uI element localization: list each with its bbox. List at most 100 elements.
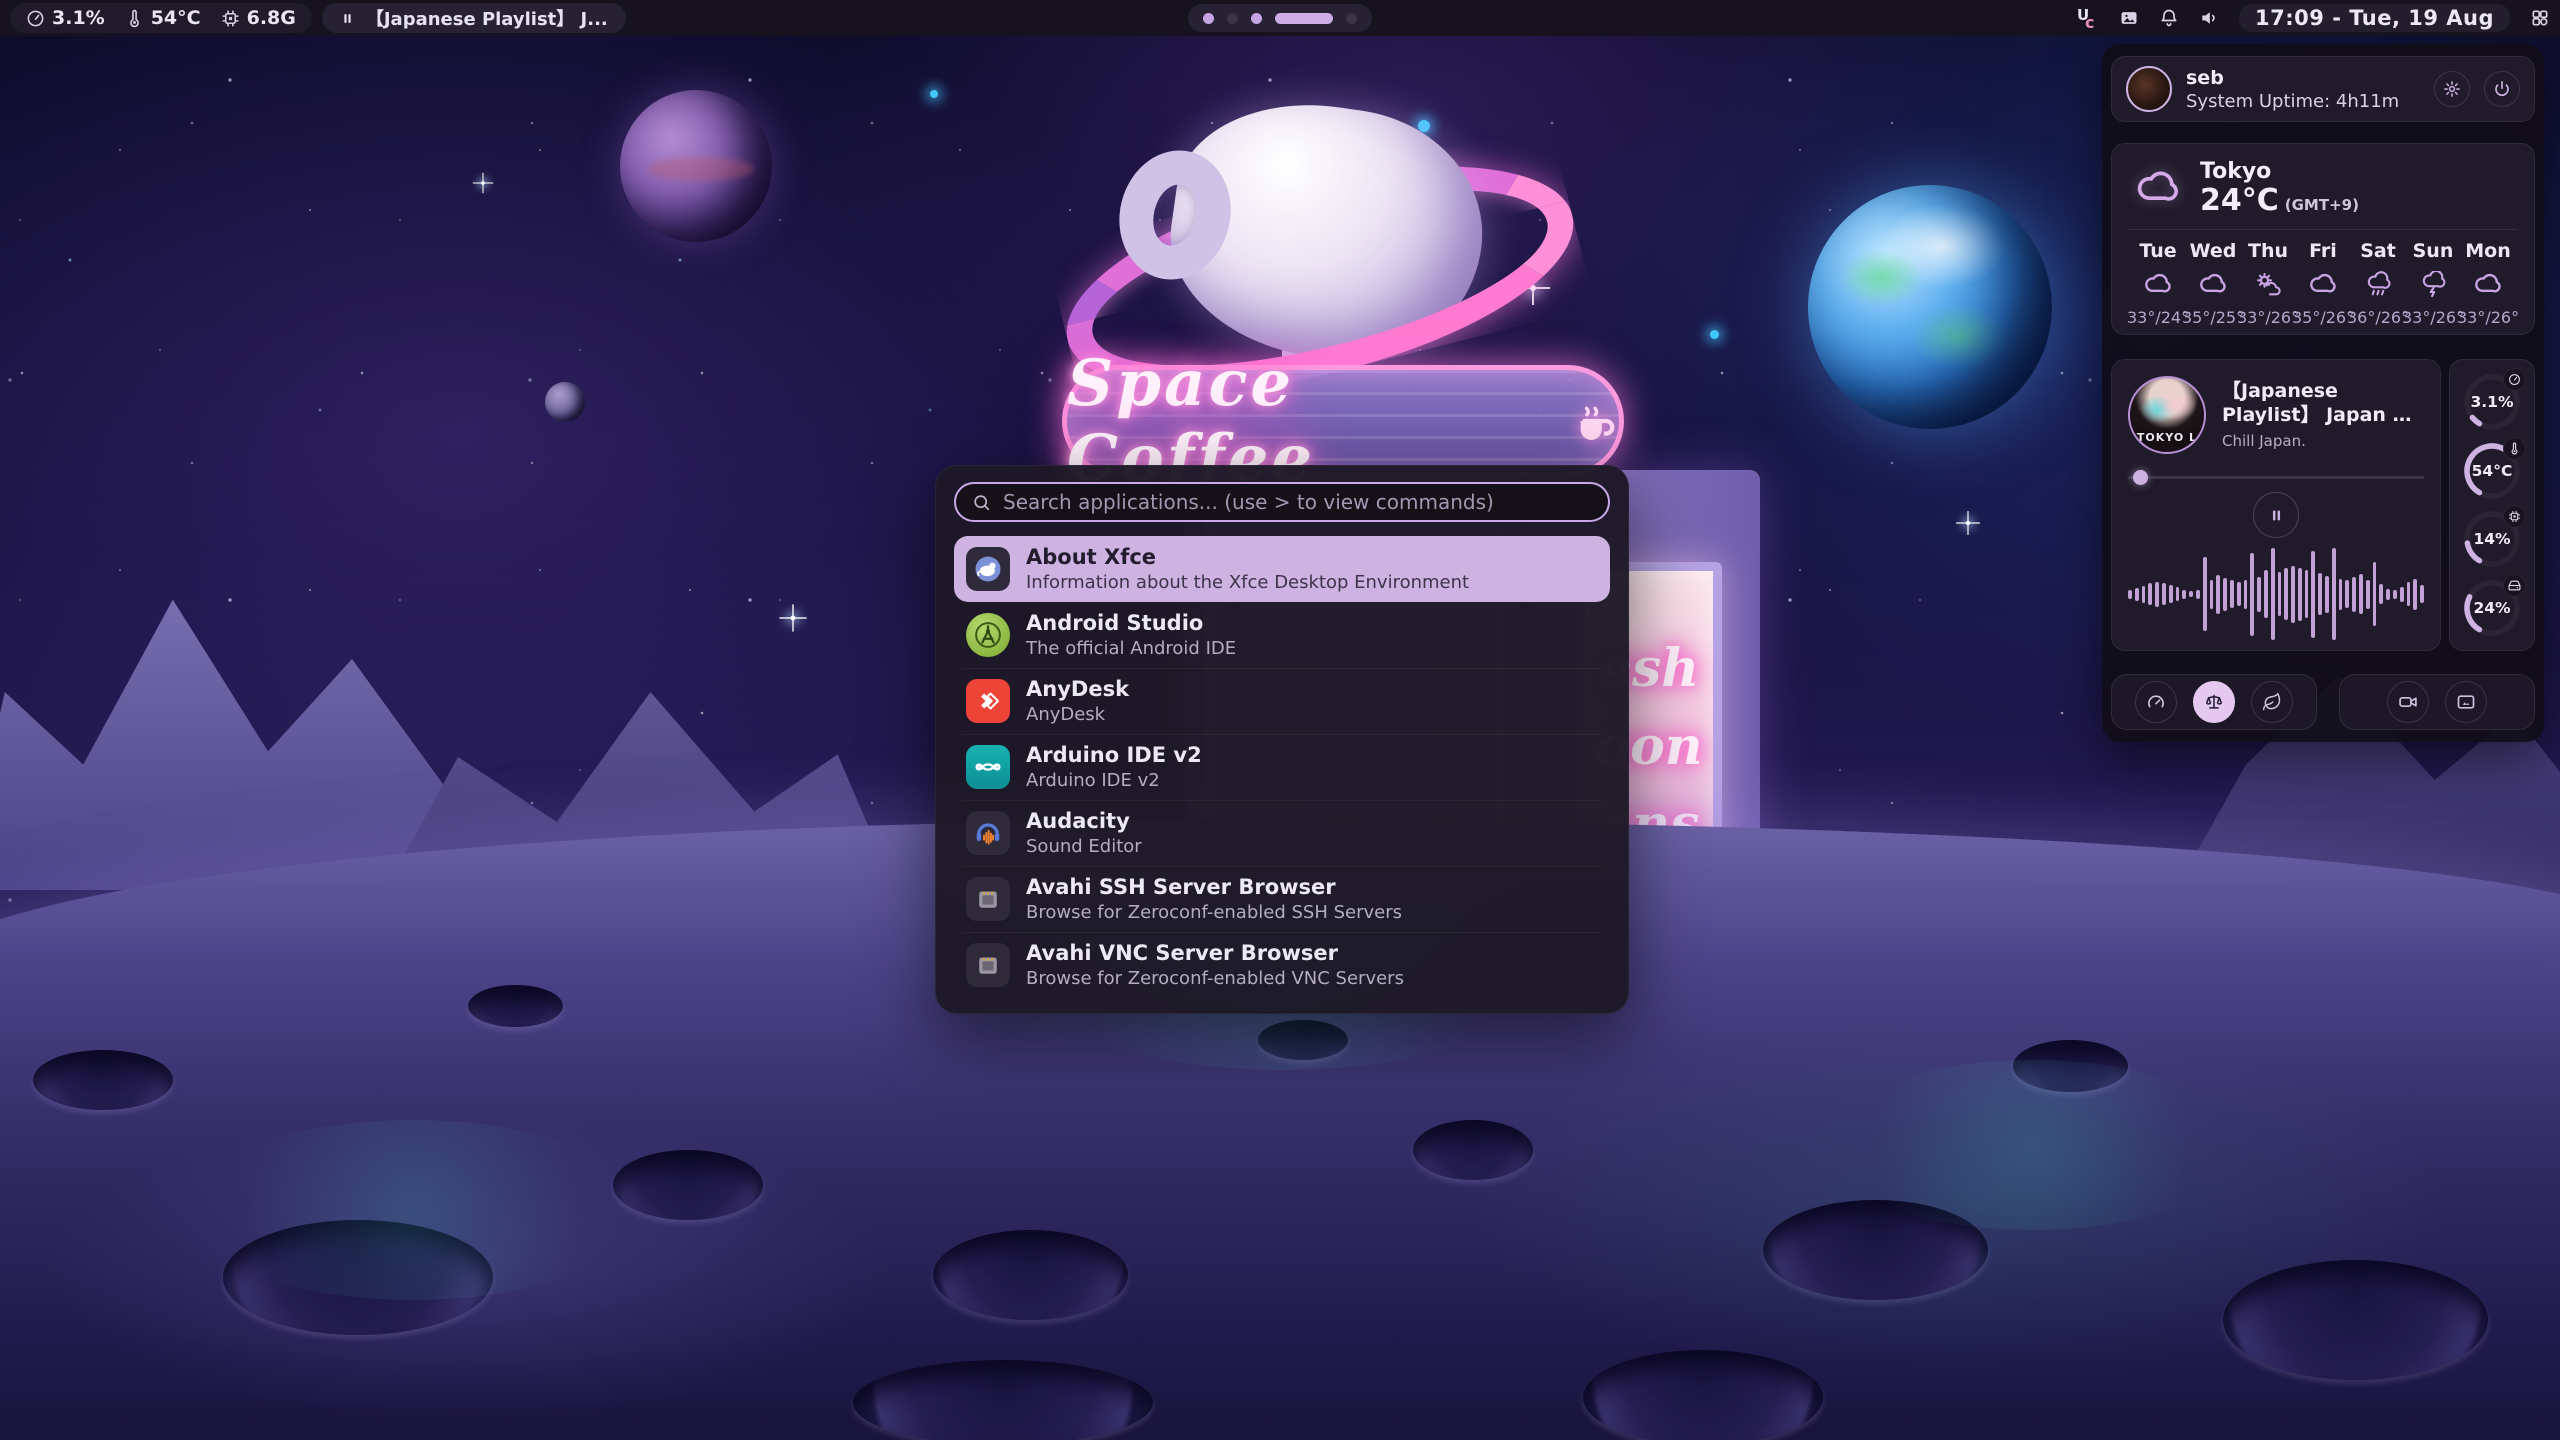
top-panel: 3.1% 54°C 6.8G 【Japanese Playlist】 J... [0,0,2560,36]
visualizer-bar [2339,579,2343,610]
app-row-avahi-ssh[interactable]: Avahi SSH Server Browser Browse for Zero… [954,866,1610,932]
visualizer-bar [2216,575,2220,614]
power-icon [2493,80,2511,98]
visualizer-bar [2176,587,2180,601]
launcher-search-bar[interactable] [954,482,1610,522]
storm-icon [2419,271,2447,299]
thermometer-icon [125,9,144,28]
forecast-day: Mon 33°/26° [2462,240,2514,327]
visualizer-bar [2142,586,2146,603]
pause-icon [2268,507,2285,524]
visualizer-bar [2400,587,2404,602]
temperature-value: 54°C [151,7,201,29]
search-input[interactable] [1003,490,1592,514]
leaf-icon [2262,692,2282,712]
power-saver-mode-button[interactable] [2251,681,2293,723]
memory-gauge: 14% [2461,508,2523,570]
weather-card: Tokyo 24°C(GMT+9) Tue 33°/24° Wed 35°/25… [2111,143,2535,335]
app-row-avahi-vnc[interactable]: Avahi VNC Server Browser Browse for Zero… [954,932,1610,998]
volume-icon[interactable] [2199,8,2219,28]
tray-indicator-icon[interactable]: Uc [2077,6,2099,30]
app-description: AnyDesk [1026,704,1129,725]
thermometer-icon [2503,437,2526,460]
app-name: Audacity [1026,809,1142,833]
app-row-arduino-ide[interactable]: Arduino IDE v2 Arduino IDE v2 [954,734,1610,800]
visualizer-bar [2210,580,2214,609]
app-row-about-xfce[interactable]: About Xfce Information about the Xfce De… [954,536,1610,602]
power-button[interactable] [2484,71,2520,107]
visualizer-bar [2203,557,2207,631]
now-playing-pill[interactable]: 【Japanese Playlist】 J... [322,3,626,33]
visualizer-bar [2373,562,2377,626]
screenshot-button[interactable] [2445,681,2487,723]
now-playing-text: 【Japanese Playlist】 J... [366,5,608,31]
album-art[interactable]: TOKYO L [2128,376,2206,454]
visualizer-bar [2413,579,2417,610]
app-description: Arduino IDE v2 [1026,770,1202,791]
app-description: Browse for Zeroconf-enabled SSH Servers [1026,902,1402,923]
app-grid-icon[interactable] [2530,8,2550,28]
app-row-android-studio[interactable]: Android Studio The official Android IDE [954,602,1610,668]
balanced-mode-button[interactable] [2193,681,2235,723]
weather-temperature: 24°C [2200,183,2279,218]
weather-city: Tokyo [2200,160,2359,184]
progress-thumb[interactable] [2133,470,2148,485]
app-name: Android Studio [1026,611,1236,635]
app-row-anydesk[interactable]: AnyDesk AnyDesk [954,668,1610,734]
app-description: Information about the Xfce Desktop Envir… [1026,572,1469,593]
visualizer-bar [2420,585,2424,603]
track-title: 【Japanese Playlist】 Japan All Night - To… [2222,380,2424,428]
visualizer-bar [2311,551,2315,638]
cpu-gauge: 3.1% [2461,371,2523,433]
app-name: Avahi SSH Server Browser [1026,875,1402,899]
workspace-dot-4-active[interactable] [1275,13,1333,24]
screenshot-icon [2456,692,2476,712]
sun-cloud-icon [2254,271,2282,299]
xfce-logo-icon [966,547,1010,591]
visualizer-bar [2359,574,2363,614]
cloud-icon [2132,167,2184,211]
bright-star [1966,521,1970,525]
capture-group [2339,674,2535,730]
bright-star [481,181,485,185]
visualizer-bar [2250,553,2254,636]
clock-pill[interactable]: 17:09 - Tue, 19 Aug [2239,4,2510,32]
visualizer-bar [2271,548,2275,640]
disk-gauge: 24% [2461,577,2523,639]
arduino-logo-icon [966,745,1010,789]
visualizer-bar [2230,580,2234,608]
visualizer-bar [2325,576,2329,613]
visualizer-bar [2332,548,2336,640]
settings-button[interactable] [2434,71,2470,107]
visualizer-bar [2305,570,2309,618]
cpu-usage-value: 3.1% [52,7,105,29]
speedometer-icon [2146,692,2166,712]
system-stats-group: 3.1% 54°C 6.8G [10,3,312,33]
pause-button[interactable] [2253,492,2299,538]
workspace-dot-1[interactable] [1203,13,1214,24]
visualizer-bar [2352,577,2356,612]
workspace-dot-5[interactable] [1346,13,1357,24]
visualizer-bar [2393,590,2397,599]
performance-mode-button[interactable] [2135,681,2177,723]
space-coffee-sign: Space Coffee [1062,365,1624,477]
weather-timezone: (GMT+9) [2285,196,2359,214]
app-name: About Xfce [1026,545,1469,569]
visualizer-bar [2223,578,2227,611]
visualizer-bar [2345,580,2349,608]
workspace-dot-3[interactable] [1251,13,1262,24]
notifications-bell-icon[interactable] [2159,8,2179,28]
wallpaper-icon[interactable] [2119,8,2139,28]
screen-record-button[interactable] [2387,681,2429,723]
playback-progress[interactable] [2128,470,2424,484]
power-profile-group [2111,674,2317,730]
app-description: The official Android IDE [1026,638,1236,659]
visualizer-bar [2196,590,2200,599]
avatar[interactable] [2126,66,2172,112]
forecast-day: Wed 35°/25° [2187,240,2239,327]
app-row-audacity[interactable]: Audacity Sound Editor [954,800,1610,866]
workspace-indicator[interactable] [1188,4,1372,32]
visualizer-bar [2155,582,2159,607]
visualizer-bar [2386,589,2390,600]
workspace-dot-2[interactable] [1227,13,1238,24]
